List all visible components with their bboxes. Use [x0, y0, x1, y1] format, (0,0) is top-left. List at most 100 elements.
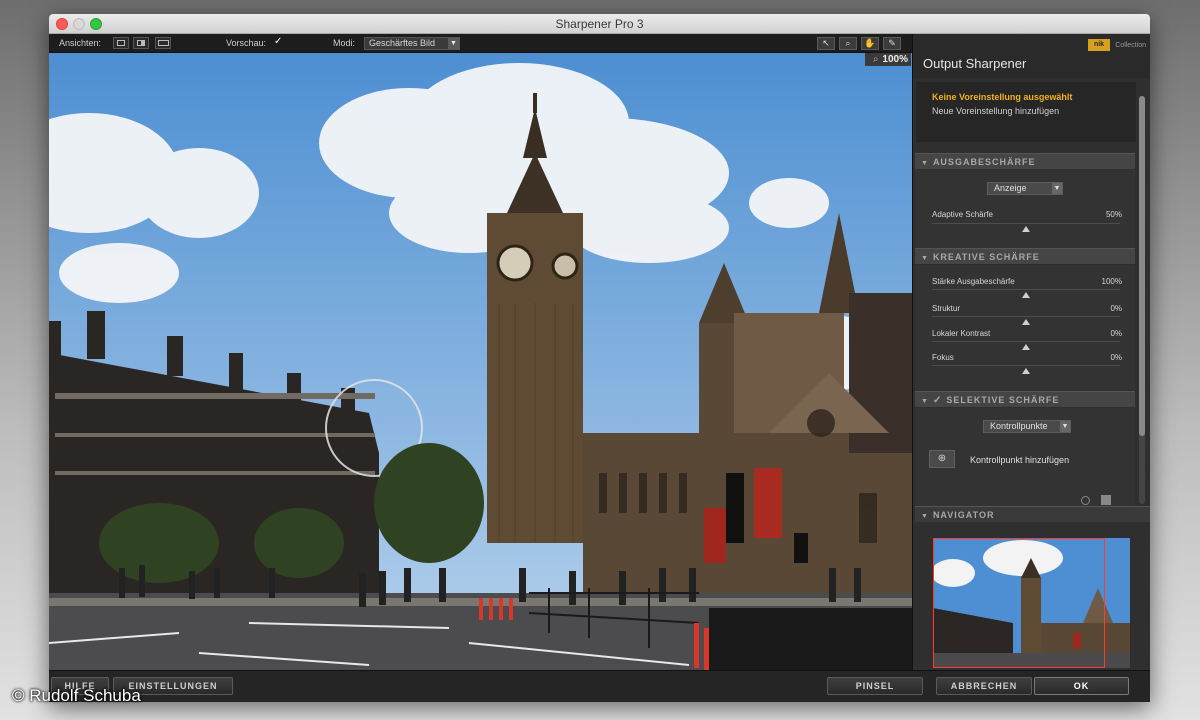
minimize-window-button[interactable]	[73, 18, 85, 30]
split-view-button[interactable]	[133, 37, 149, 49]
slider-label: Adaptive Schärfe	[932, 210, 993, 219]
nik-logo: nik	[1088, 39, 1110, 51]
panel-title: Output Sharpener	[923, 56, 1027, 71]
photo-westminster	[49, 53, 912, 670]
section-ausgabe-body: Anzeige ▼ Adaptive Schärfe 50%	[915, 170, 1135, 248]
zoom-tool[interactable]: ⌕	[839, 37, 857, 50]
bottom-bar: HILFE EINSTELLUNGEN PINSEL ABBRECHEN OK	[49, 670, 1150, 702]
collapse-arrow-icon: ▼	[921, 160, 929, 167]
copyright-watermark: © Rudolf Schuba	[12, 686, 141, 705]
slider-label: Stärke Ausgabeschärfe	[932, 277, 1015, 286]
arrow-pointer-icon: ↖	[822, 38, 830, 48]
eyedropper-icon: ✎	[888, 38, 896, 48]
panel-scrollbar[interactable]	[1139, 96, 1145, 504]
panel-header: nik Collection Output Sharpener	[913, 34, 1150, 78]
slider-label: Fokus	[932, 353, 954, 362]
output-sharpener-panel: nik Collection Output Sharpener Keine Vo…	[912, 34, 1150, 670]
side-by-side-view-icon	[157, 40, 169, 46]
chevron-down-icon: ▼	[1060, 421, 1070, 432]
title-bar[interactable]: Sharpener Pro 3	[49, 14, 1150, 34]
mode-select-value: Geschärftes Bild	[369, 38, 436, 48]
ok-button[interactable]: OK	[1034, 677, 1129, 695]
slider-thumb-staerke[interactable]	[1022, 292, 1030, 298]
brush-button[interactable]: PINSEL	[827, 677, 923, 695]
app-window: Sharpener Pro 3 Ansichten: Vorschau: ✓ M…	[49, 14, 1150, 702]
zoom-window-button[interactable]	[90, 18, 102, 30]
section-header-navigator[interactable]: ▼ NAVIGATOR	[915, 506, 1150, 522]
split-view-icon	[137, 40, 145, 46]
hand-tool[interactable]: ✋	[861, 37, 879, 50]
top-toolbar: Ansichten: Vorschau: ✓ Modi: Geschärftes…	[49, 34, 912, 53]
section-title: SELEKTIVE SCHÄRFE	[946, 395, 1060, 405]
window-title: Sharpener Pro 3	[555, 17, 644, 31]
dropdown-value: Kontrollpunkte	[990, 421, 1048, 431]
collapse-arrow-icon: ▼	[921, 255, 929, 262]
preview-label: Vorschau:	[226, 38, 267, 48]
slider-track-kontrast[interactable]	[932, 341, 1120, 342]
arrow-pointer-tool[interactable]: ↖	[817, 37, 835, 50]
close-window-button[interactable]	[56, 18, 68, 30]
navigator-view-frame[interactable]	[933, 538, 1105, 668]
scrollbar-thumb[interactable]	[1139, 96, 1145, 436]
slider-value: 0%	[1110, 353, 1122, 362]
add-control-point-label[interactable]: Kontrollpunkt hinzufügen	[970, 455, 1069, 465]
ausgabe-display-dropdown[interactable]: Anzeige ▼	[987, 182, 1063, 195]
remove-point-icon[interactable]	[1081, 496, 1090, 505]
preview-canvas[interactable]	[49, 53, 912, 670]
dropdown-value: Anzeige	[994, 183, 1027, 193]
collapse-arrow-icon: ▼	[921, 513, 929, 520]
add-control-point-button[interactable]: ⊕	[929, 450, 955, 468]
slider-label: Struktur	[932, 304, 961, 313]
section-title: NAVIGATOR	[932, 510, 995, 520]
slider-value: 100%	[1101, 277, 1122, 286]
mode-select[interactable]: Geschärftes Bild ▼	[364, 37, 460, 50]
chevron-down-icon: ▼	[448, 38, 459, 49]
slider-row-adaptive: Adaptive Schärfe 50%	[932, 210, 1122, 219]
zoom-value: 100%	[882, 54, 908, 65]
preset-add-link[interactable]: Neue Voreinstellung hinzufügen	[932, 106, 1059, 116]
slider-value: 0%	[1110, 329, 1122, 338]
slider-thumb-struktur[interactable]	[1022, 319, 1030, 325]
control-point-icon: ⊕	[937, 453, 947, 464]
section-header-selektiv[interactable]: ▼ ✓ SELEKTIVE SCHÄRFE	[915, 391, 1135, 407]
slider-track-struktur[interactable]	[932, 316, 1120, 317]
zoom-level[interactable]: ⌕ 100%	[865, 53, 911, 66]
chevron-down-icon: ▼	[1052, 183, 1062, 194]
slider-value: 0%	[1110, 304, 1122, 313]
navigator-thumbnail[interactable]	[933, 538, 1130, 668]
slider-thumb-adaptive[interactable]	[1022, 226, 1030, 232]
zoom-icon: ⌕	[845, 38, 851, 48]
section-selektiv-body: Kontrollpunkte ▼ ⊕ Kontrollpunkt hinzufüg…	[915, 408, 1135, 508]
slider-track-adaptive[interactable]	[932, 223, 1120, 224]
slider-thumb-kontrast[interactable]	[1022, 344, 1030, 350]
side-by-side-view-button[interactable]	[155, 37, 171, 49]
slider-track-fokus[interactable]	[932, 365, 1120, 366]
slider-row-fokus: Fokus 0%	[932, 353, 1122, 362]
control-points-dropdown[interactable]: Kontrollpunkte ▼	[983, 420, 1071, 433]
zoom-icon: ⌕	[872, 54, 879, 65]
section-title: AUSGABESCHÄRFE	[932, 157, 1036, 167]
nik-collection-label: Collection	[1115, 42, 1146, 49]
single-view-button[interactable]	[113, 37, 129, 49]
preview-checkbox[interactable]: ✓	[274, 37, 284, 47]
slider-row-kontrast: Lokaler Kontrast 0%	[932, 329, 1122, 338]
slider-track-staerke[interactable]	[932, 289, 1120, 290]
point-options-icon[interactable]	[1101, 495, 1111, 505]
single-view-icon	[117, 40, 125, 46]
preset-selected[interactable]: Keine Voreinstellung ausgewählt	[932, 92, 1072, 102]
slider-label: Lokaler Kontrast	[932, 329, 991, 338]
slider-thumb-fokus[interactable]	[1022, 368, 1030, 374]
section-title: KREATIVE SCHÄRFE	[932, 252, 1040, 262]
collapse-arrow-icon: ▼	[921, 398, 929, 405]
slider-row-struktur: Struktur 0%	[932, 304, 1122, 313]
eyedropper-tool[interactable]: ✎	[883, 37, 901, 50]
section-header-kreativ[interactable]: ▼ KREATIVE SCHÄRFE	[915, 248, 1135, 264]
enable-checkmark-icon[interactable]: ✓	[933, 395, 942, 406]
section-kreativ-body: Stärke Ausgabeschärfe 100% Struktur 0% Lok…	[915, 265, 1135, 390]
slider-row-staerke: Stärke Ausgabeschärfe 100%	[932, 277, 1122, 286]
section-header-ausgabe[interactable]: ▼ AUSGABESCHÄRFE	[915, 153, 1135, 169]
hand-icon: ✋	[864, 38, 876, 48]
views-label: Ansichten:	[59, 38, 102, 48]
cancel-button[interactable]: ABBRECHEN	[936, 677, 1032, 695]
preset-box: Keine Voreinstellung ausgewählt Neue Vor…	[916, 82, 1136, 142]
